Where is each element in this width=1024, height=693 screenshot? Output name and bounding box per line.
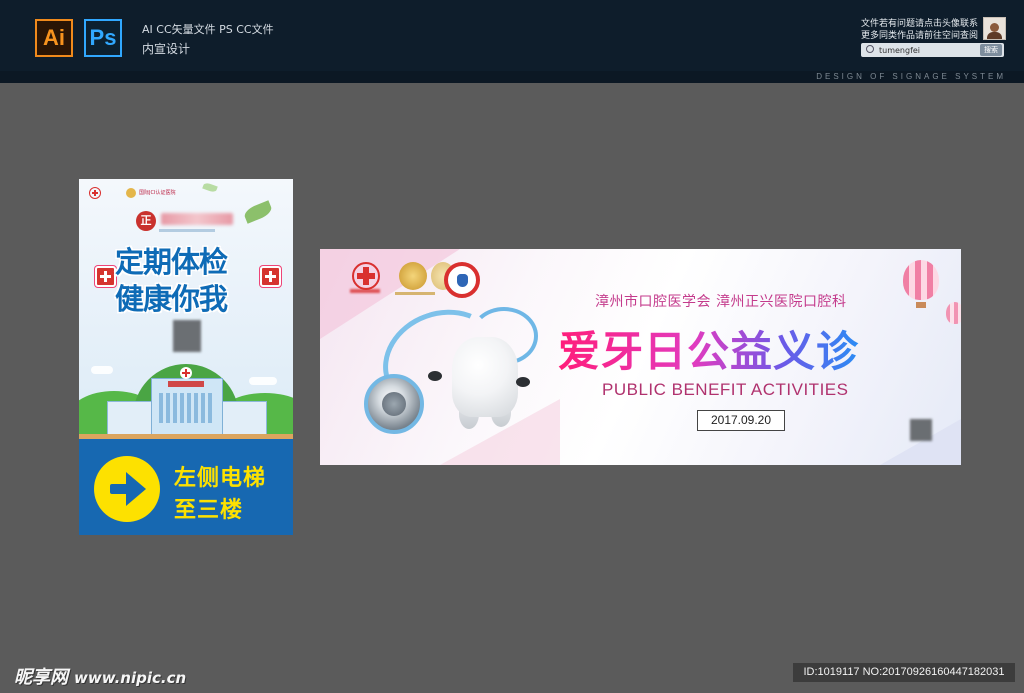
hospital-cross-icon bbox=[352, 262, 380, 290]
hospital-sign bbox=[168, 381, 204, 387]
blurred-subtitle bbox=[159, 229, 215, 232]
tooth-icon bbox=[452, 337, 518, 417]
search-icon bbox=[866, 45, 874, 53]
banner-title: 爱牙日公益义诊 bbox=[558, 318, 859, 379]
search-button[interactable]: 搜索 bbox=[980, 44, 1002, 56]
banner-subtitle: 漳州市口腔医学会 漳州正兴医院口腔科 bbox=[595, 294, 847, 310]
direction-line2: 至三楼 bbox=[174, 498, 244, 523]
stethoscope-earpiece-icon bbox=[428, 371, 442, 381]
dental-association-logo bbox=[444, 262, 480, 298]
hospital-cross-icon bbox=[180, 367, 192, 379]
blurred-logo-text bbox=[395, 292, 435, 295]
balloon-basket-icon bbox=[916, 302, 926, 308]
category-label: 内宣设计 bbox=[142, 42, 191, 56]
plus-icon bbox=[265, 271, 276, 282]
tooth-icon bbox=[457, 274, 468, 287]
jci-seal-icon bbox=[399, 262, 427, 290]
search-input[interactable] bbox=[879, 43, 974, 57]
plus-icon bbox=[100, 271, 111, 282]
avatar-body-icon bbox=[987, 32, 1002, 39]
banner-date: 2017.09.20 bbox=[697, 410, 785, 431]
medical-kit-icon bbox=[95, 266, 116, 287]
watermark-name: 昵享网 bbox=[14, 667, 68, 688]
banner-english-title: PUBLIC BENEFIT ACTIVITIES bbox=[602, 380, 849, 399]
author-avatar[interactable] bbox=[983, 17, 1006, 40]
stethoscope-diaphragm bbox=[382, 392, 406, 416]
medical-kit-icon bbox=[260, 266, 281, 287]
direction-line1: 左侧电梯 bbox=[174, 466, 267, 491]
health-check-poster: 国际JCI认证医院 正 定期体检 健康你我 左侧电梯 至三楼 bbox=[79, 179, 293, 535]
hospital-cross-icon bbox=[89, 187, 101, 199]
arrow-right-icon bbox=[94, 456, 160, 522]
site-watermark: 昵享网 www.nipic.cn bbox=[14, 663, 186, 689]
illustrator-icon: Ai bbox=[35, 19, 73, 57]
stethoscope-earpiece-icon bbox=[516, 377, 530, 387]
blurred-qr-code bbox=[910, 419, 932, 441]
blurred-logo-text bbox=[350, 289, 380, 293]
hospital-windows bbox=[159, 393, 213, 423]
blurred-hospital-name bbox=[161, 213, 233, 225]
stethoscope-icon bbox=[364, 374, 424, 434]
poster-title-line1: 定期体检 bbox=[115, 245, 228, 279]
cloud-icon bbox=[91, 366, 113, 374]
header-bar: Ai Ps AI CC矢量文件 PS CC文件 内宣设计 文件若有问题请点击头像… bbox=[0, 0, 1024, 71]
hospital-emblem-icon: 正 bbox=[136, 211, 156, 231]
hot-air-balloon-icon bbox=[946, 302, 961, 324]
jci-label: 国际JCI认证医院 bbox=[139, 190, 176, 196]
arrow-head bbox=[126, 472, 146, 506]
file-types-label: AI CC矢量文件 PS CC文件 bbox=[142, 23, 274, 36]
contact-note-2: 更多同类作品请前往空间查阅 bbox=[861, 31, 979, 41]
blurred-qr-code bbox=[173, 320, 201, 352]
dental-day-banner: 漳州市口腔医学会 漳州正兴医院口腔科 爱牙日公益义诊 PUBLIC BENEFI… bbox=[320, 249, 961, 465]
photoshop-icon: Ps bbox=[84, 19, 122, 57]
cloud-icon bbox=[249, 377, 277, 385]
poster-title-line2: 健康你我 bbox=[115, 282, 228, 316]
avatar-face-icon bbox=[990, 23, 999, 32]
design-tag: DESIGN OF SIGNAGE SYSTEM bbox=[816, 72, 1006, 81]
jci-seal-icon bbox=[126, 188, 136, 198]
image-id-label: ID:1019117 NO:20170926160447182031 bbox=[793, 663, 1015, 682]
search-bar: 搜索 bbox=[861, 43, 1004, 57]
watermark-url: www.nipic.cn bbox=[74, 669, 187, 687]
hot-air-balloon-icon bbox=[903, 260, 939, 300]
